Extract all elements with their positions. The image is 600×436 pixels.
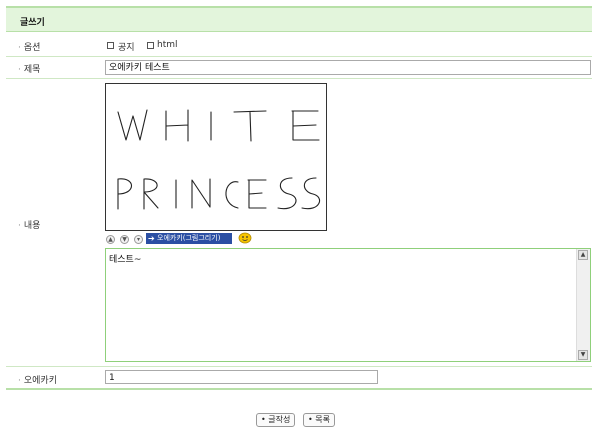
notice-checkbox[interactable] — [107, 42, 114, 49]
divider — [6, 56, 592, 57]
oekaki-row-label: · 오에카키 — [18, 376, 57, 386]
submit-button-label: 글작성 — [268, 415, 291, 424]
subject-row-label: · 제목 — [18, 65, 41, 75]
arrow-right-icon: ➔ — [148, 234, 155, 243]
subject-input[interactable]: 오에카키 테스트 — [105, 60, 591, 75]
form-bottom-border — [6, 388, 592, 390]
html-checkbox[interactable] — [147, 42, 154, 49]
scroll-up-icon[interactable]: ▲ — [578, 250, 588, 260]
html-label: html — [157, 40, 178, 50]
content-scrollbar[interactable]: ▲ ▼ — [576, 249, 590, 361]
submit-button[interactable]: • 글작성 — [256, 413, 296, 427]
list-button-label: 목록 — [315, 415, 330, 424]
content-label: 내용 — [23, 221, 41, 231]
oekaki-button-label: 오에카키(그림그리기) — [157, 234, 221, 242]
emoticon-icon[interactable] — [237, 231, 253, 244]
divider — [6, 78, 592, 79]
move-up-button[interactable]: ▲ — [106, 235, 115, 244]
oekaki-label: 오에카키 — [23, 376, 57, 386]
collapse-button[interactable]: ▾ — [134, 235, 143, 244]
content-textarea[interactable]: 테스트~ ▲ ▼ — [105, 248, 591, 362]
subject-label: 제목 — [23, 65, 41, 75]
content-row-label: · 내용 — [18, 221, 41, 231]
handwriting-image — [117, 109, 321, 210]
scroll-down-icon[interactable]: ▼ — [578, 350, 588, 360]
form-header: 글쓰기 — [6, 6, 592, 32]
oekaki-input[interactable]: 1 — [105, 370, 378, 384]
divider — [6, 366, 592, 367]
option-row-label: · 옵션 — [18, 43, 41, 53]
oekaki-drawing — [105, 83, 327, 231]
notice-label: 공지 — [118, 43, 135, 53]
oekaki-button[interactable]: ➔ 오에카키(그림그리기) — [146, 233, 232, 244]
list-button[interactable]: • 목록 — [303, 413, 335, 427]
content-text: 테스트~ — [109, 255, 142, 265]
option-label: 옵션 — [23, 43, 41, 53]
form-title: 글쓰기 — [20, 18, 45, 28]
move-down-button[interactable]: ▼ — [120, 235, 129, 244]
